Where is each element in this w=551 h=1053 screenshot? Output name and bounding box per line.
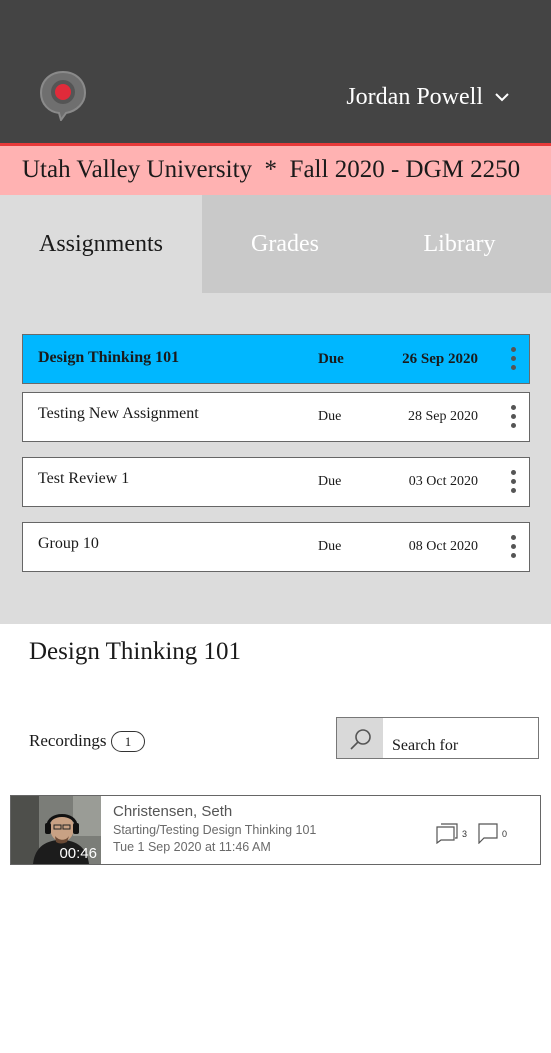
assignment-name: Design Thinking 101 xyxy=(38,349,180,366)
kebab-menu-icon[interactable] xyxy=(509,405,517,429)
assignment-row-group-10[interactable]: Group 10 Due 08 Oct 2020 xyxy=(22,522,530,572)
copies-count: 3 xyxy=(462,829,468,839)
assignment-name: Testing New Assignment xyxy=(38,405,199,422)
assignment-row-design-thinking-101[interactable]: Design Thinking 101 Due 26 Sep 2020 xyxy=(22,334,530,384)
course-title: Utah Valley University * Fall 2020 - DGM… xyxy=(22,156,521,183)
search-icon xyxy=(350,729,371,750)
tab-assignments[interactable]: Assignments xyxy=(0,195,202,293)
kebab-menu-icon[interactable] xyxy=(509,470,517,494)
due-date: 28 Sep 2020 xyxy=(408,409,478,424)
tab-bar: Assignments Grades Library xyxy=(0,195,551,293)
recordings-count-badge: 1 xyxy=(111,731,145,752)
due-date: 03 Oct 2020 xyxy=(408,474,478,489)
assignment-detail-title: Design Thinking 101 xyxy=(29,638,242,665)
course-banner: Utah Valley University * Fall 2020 - DGM… xyxy=(0,143,551,195)
assignment-row-test-review-1[interactable]: Test Review 1 Due 03 Oct 2020 xyxy=(22,457,530,507)
kebab-menu-icon[interactable] xyxy=(509,347,517,371)
recording-duration: 00:46 xyxy=(59,845,97,862)
recording-title: Starting/Testing Design Thinking 101 xyxy=(113,823,317,837)
assignment-name: Group 10 xyxy=(38,535,99,552)
user-menu[interactable]: Jordan Powell xyxy=(346,82,511,112)
due-date: 08 Oct 2020 xyxy=(408,539,478,554)
tab-grades[interactable]: Grades xyxy=(202,195,368,293)
recordings-label: Recordings xyxy=(29,731,107,750)
copies-stat[interactable]: 3 xyxy=(435,822,467,844)
chevron-down-icon xyxy=(495,93,509,102)
kebab-menu-icon[interactable] xyxy=(509,535,517,559)
due-label: Due xyxy=(318,539,342,554)
due-label: Due xyxy=(318,409,342,424)
recording-author: Christensen, Seth xyxy=(113,803,233,820)
assignment-row-testing-new-assignment[interactable]: Testing New Assignment Due 28 Sep 2020 xyxy=(22,392,530,442)
due-label: Due xyxy=(318,474,342,489)
recording-item[interactable]: 00:46 Christensen, Seth Starting/Testing… xyxy=(10,795,541,865)
comments-stat[interactable]: 0 xyxy=(477,822,507,844)
assignment-name: Test Review 1 xyxy=(38,470,130,487)
search-button[interactable] xyxy=(336,717,384,759)
assignment-list-panel: Design Thinking 101 Due 26 Sep 2020 Test… xyxy=(0,293,551,624)
copies-icon xyxy=(436,823,458,844)
speech-bubble-logo-icon[interactable] xyxy=(38,69,88,123)
recording-thumbnail: 00:46 xyxy=(11,796,101,864)
comment-icon xyxy=(478,823,498,844)
app-header: Jordan Powell xyxy=(0,0,551,143)
recording-date: Tue 1 Sep 2020 at 11:46 AM xyxy=(113,840,271,854)
user-name: Jordan Powell xyxy=(346,83,483,110)
due-label: Due xyxy=(318,351,344,367)
due-date: 26 Sep 2020 xyxy=(402,351,478,367)
tab-library[interactable]: Library xyxy=(368,195,551,293)
comments-count: 0 xyxy=(502,829,508,839)
search-input[interactable] xyxy=(383,717,539,759)
